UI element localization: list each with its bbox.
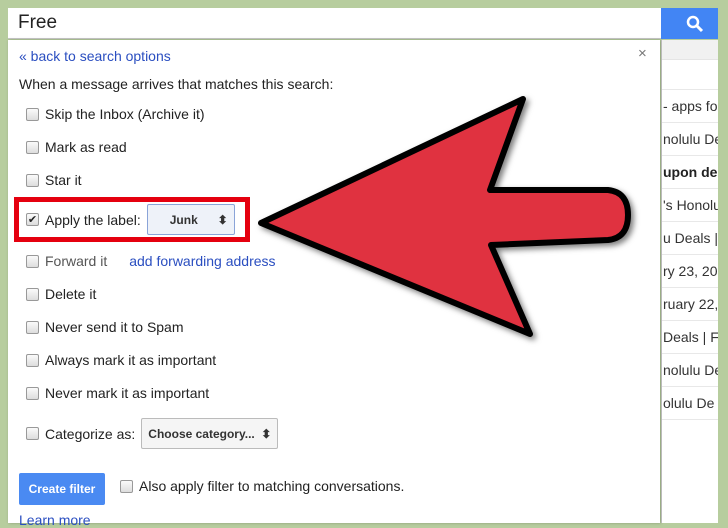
red-arrow-annotation bbox=[258, 96, 631, 337]
